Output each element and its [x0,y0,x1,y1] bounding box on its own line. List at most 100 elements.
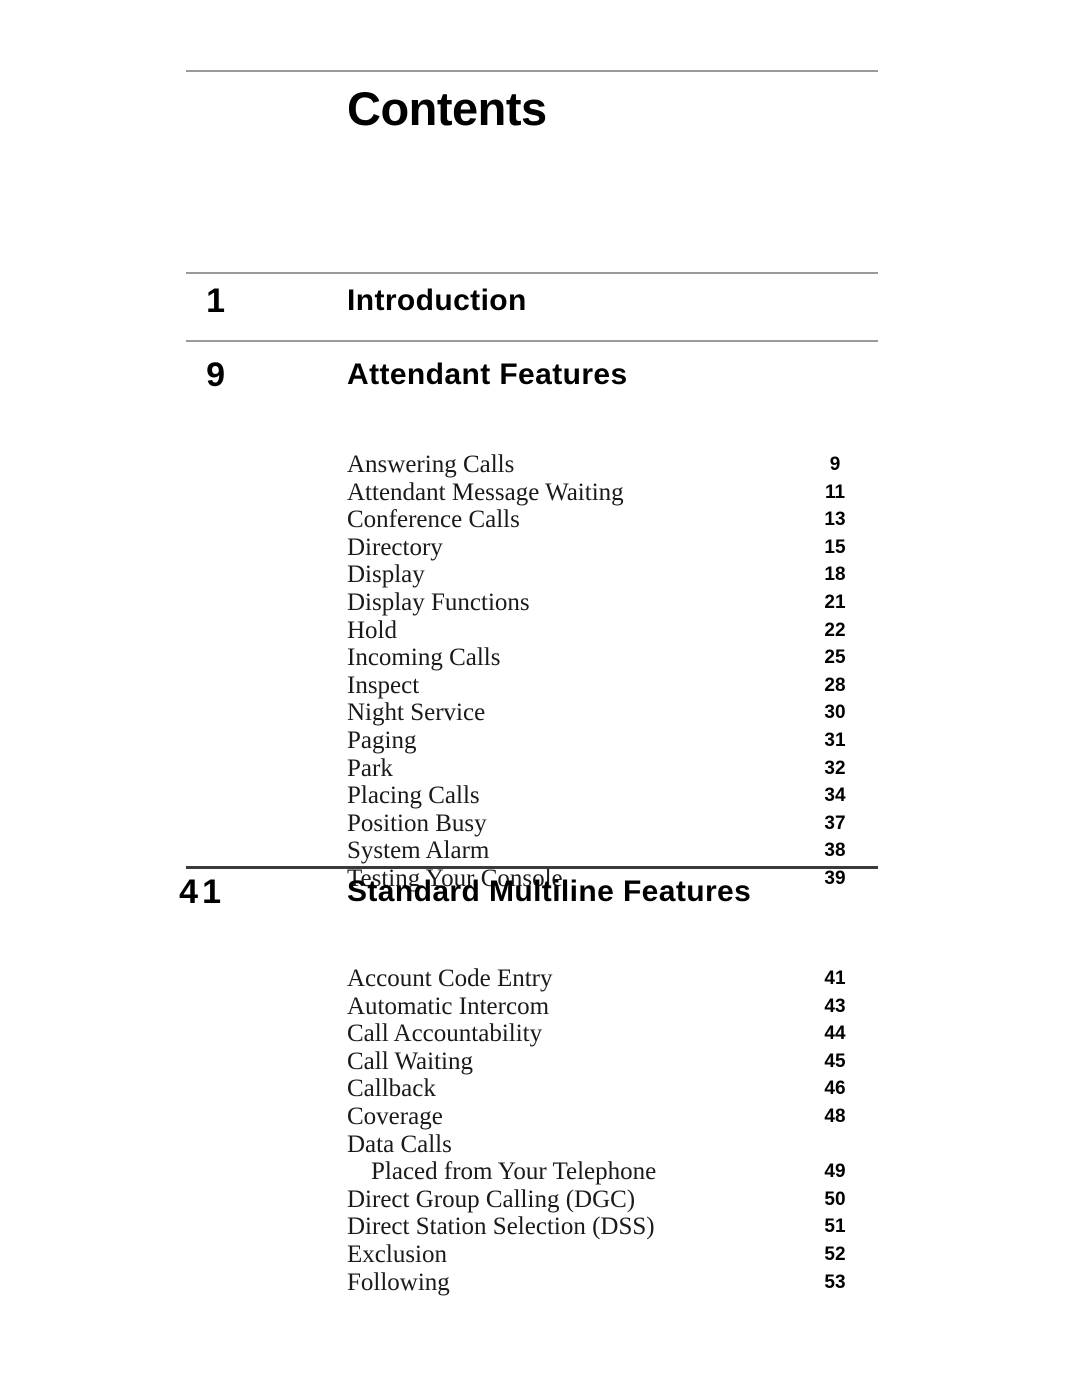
toc-entry[interactable]: Display 18 [0,561,1080,589]
toc-entry[interactable]: Call Waiting 45 [0,1048,1080,1076]
toc-entry-page-number: 30 [824,702,846,724]
toc-entry[interactable]: Attendant Message Waiting 11 [0,479,1080,507]
toc-entry-label: Account Code Entry [347,965,553,992]
toc-entry[interactable]: Hold 22 [0,617,1080,645]
toc-entry-label: Night Service [347,699,486,727]
toc-entry-page-number: 43 [824,995,846,1017]
toc-entry-label: Exclusion [347,1240,447,1268]
toc-entry[interactable]: Account Code Entry 41 [0,965,1080,993]
toc-entry-page-number: 45 [824,1050,846,1072]
toc-entry-page-number: 48 [824,1105,846,1127]
toc-entry-page-number: 18 [824,564,846,586]
entry-list-attendant-features: Answering Calls 9 Attendant Message Waitin… [0,451,1080,893]
toc-entry[interactable]: Night Service 30 [0,699,1080,727]
toc-entry-label: Coverage [347,1102,443,1130]
toc-entry[interactable]: Callback 46 [0,1075,1080,1103]
section-number-attendant-features: 9 [206,356,225,394]
toc-entry-label: Callback [347,1075,436,1103]
toc-entry-label: Incoming Calls [347,644,501,672]
toc-entry-label: System Alarm [347,837,490,865]
toc-entry-label: Data Calls [347,1130,452,1158]
toc-entry-label: Call Accountability [347,1020,543,1048]
section-header-attendant-features[interactable]: 9 Attendant Features [0,355,1080,403]
toc-entry-page-number: 41 [824,968,846,989]
toc-entry-label: Answering Calls [347,451,515,478]
toc-entry[interactable]: Directory 15 [0,534,1080,562]
toc-entry-page-number: 49 [824,1161,846,1183]
toc-entry-label: Paging [347,726,417,754]
toc-entry-page-number: 44 [824,1023,846,1045]
section-attendant-features: 9 Attendant Features Answering Calls 9 Att… [0,355,1080,892]
header-rule [186,70,878,72]
contents-page: Contents 1 Introduction 9 Attendant Feat… [0,0,1080,1395]
toc-entry[interactable]: Park 32 [0,755,1080,783]
section-rule-attendant-features [186,340,878,342]
toc-entry-label: Following [347,1268,450,1296]
toc-entry-label: Placing Calls [347,782,480,810]
toc-entry[interactable]: Placing Calls 34 [0,782,1080,810]
section-introduction: 1 Introduction [0,281,1080,329]
page-title: Contents [347,82,547,135]
toc-entry-label: Position Busy [347,809,487,837]
section-number-standard-multiline-features: 41 [179,873,225,911]
toc-entry-label: Attendant Message Waiting [347,478,624,506]
toc-entry-label: Placed from Your Telephone [371,1158,657,1186]
toc-entry-page-number: 15 [824,536,846,558]
toc-entry[interactable]: Direct Group Calling (DGC) 50 [0,1186,1080,1214]
toc-entry[interactable]: Direct Station Selection (DSS) 51 [0,1213,1080,1241]
toc-entry[interactable]: Data Calls [0,1131,1080,1159]
toc-entry-label: Conference Calls [347,506,520,534]
toc-entry-label: Display Functions [347,588,530,616]
toc-entry-label: Automatic Intercom [347,992,550,1020]
section-header-standard-multiline-features[interactable]: 41 Standard Multiline Features [0,872,1080,920]
toc-entry[interactable]: Display Functions 21 [0,589,1080,617]
toc-entry-page-number: 28 [824,674,846,696]
toc-entry-page-number: 31 [824,729,846,751]
toc-entry-label: Directory [347,533,443,561]
toc-entry-page-number: 50 [824,1188,846,1210]
section-title-attendant-features[interactable]: Attendant Features [347,355,628,395]
toc-entry-label: Inspect [347,671,420,699]
section-title-standard-multiline-features[interactable]: Standard Multiline Features [347,872,751,912]
toc-entry-page-number: 38 [824,840,846,862]
toc-entry-page-number: 46 [824,1078,846,1100]
toc-entry-page-number: 53 [824,1271,846,1293]
toc-entry-page-number: 37 [824,812,846,834]
toc-entry[interactable]: Exclusion 52 [0,1241,1080,1269]
toc-entry-page-number: 34 [824,785,846,807]
toc-entry-page-number: 52 [824,1243,846,1265]
toc-entry-label: Direct Group Calling (DGC) [347,1185,636,1213]
toc-entry[interactable]: Coverage 48 [0,1103,1080,1131]
section-rule-standard-multiline-features [186,866,878,869]
section-rule-introduction [186,272,878,274]
toc-entry-page-number: 25 [824,647,846,669]
toc-entry[interactable]: Following 53 [0,1269,1080,1297]
toc-entry-page-number: 51 [824,1216,846,1238]
section-title-introduction[interactable]: Introduction [347,281,527,321]
toc-entry[interactable]: Automatic Intercom 43 [0,993,1080,1021]
toc-entry[interactable]: System Alarm 38 [0,837,1080,865]
toc-entry[interactable]: Position Busy 37 [0,810,1080,838]
toc-entry-page-number: 32 [824,757,846,779]
section-number-introduction: 1 [206,282,225,320]
toc-entry-page-number: 21 [824,591,846,613]
toc-entry[interactable]: Paging 31 [0,727,1080,755]
toc-entry[interactable]: Call Accountability 44 [0,1020,1080,1048]
toc-entry-page-number: 11 [824,481,846,503]
entry-list-standard-multiline-features: Account Code Entry 41 Automatic Intercom 43… [0,965,1080,1296]
toc-entry[interactable]: Placed from Your Telephone 49 [0,1158,1080,1186]
toc-entry-label: Park [347,754,393,782]
toc-entry-label: Display [347,561,425,589]
toc-entry[interactable]: Answering Calls 9 [0,451,1080,479]
section-header-introduction[interactable]: 1 Introduction [0,281,1080,329]
toc-entry[interactable]: Conference Calls 13 [0,506,1080,534]
toc-entry-page-number: 9 [829,454,841,475]
toc-entry[interactable]: Incoming Calls 25 [0,644,1080,672]
toc-entry-label: Direct Station Selection (DSS) [347,1213,655,1241]
toc-entry-label: Call Waiting [347,1047,473,1075]
toc-entry-label: Hold [347,616,397,644]
toc-entry[interactable]: Inspect 28 [0,672,1080,700]
toc-entry-page-number: 13 [824,509,846,531]
toc-entry-page-number: 22 [824,619,846,641]
section-standard-multiline-features: 41 Standard Multiline Features Account C… [0,872,1080,1296]
